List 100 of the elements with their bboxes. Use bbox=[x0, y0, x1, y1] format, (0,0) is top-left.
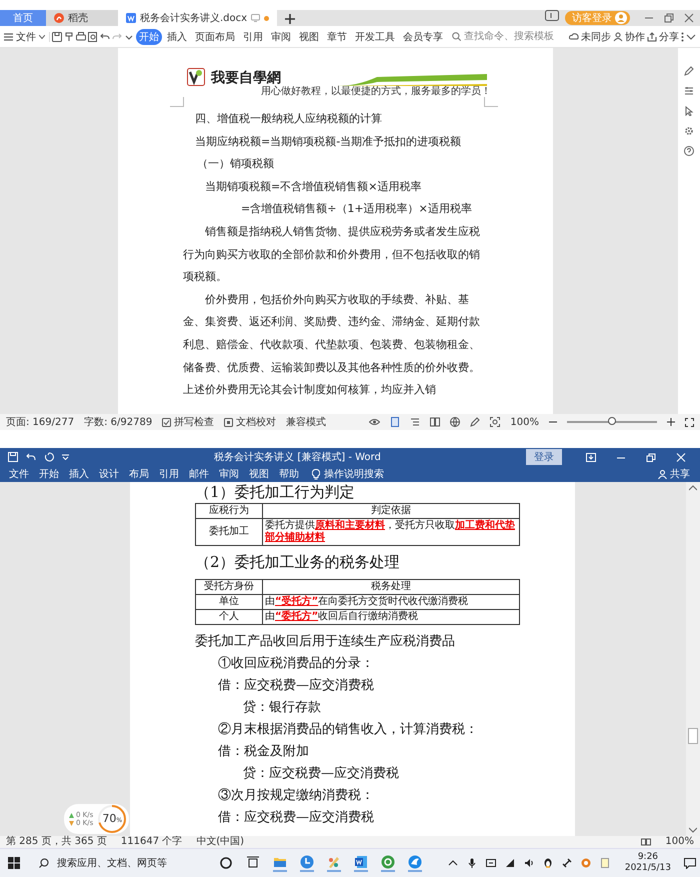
ribbon-tab[interactable]: 视图 bbox=[244, 467, 274, 481]
close-icon[interactable] bbox=[684, 13, 694, 23]
text-line: ①收回应税消费品的分录： bbox=[217, 655, 375, 673]
redo-icon[interactable] bbox=[44, 452, 54, 462]
ribbon-tab[interactable]: 设计 bbox=[94, 467, 124, 481]
notification-icon[interactable] bbox=[684, 858, 696, 868]
status-toggle[interactable]: 拼写检查 bbox=[162, 415, 214, 429]
globe-icon[interactable] bbox=[450, 417, 460, 427]
menu-icon bbox=[4, 32, 13, 40]
ribbon-tab[interactable]: 视图 bbox=[296, 28, 322, 44]
customize-icon[interactable] bbox=[62, 454, 69, 460]
ribbon-tab[interactable]: 开始 bbox=[136, 28, 162, 44]
page-count: 第 285 页，共 365 页 bbox=[6, 836, 107, 848]
ribbon-tab[interactable]: 审阅 bbox=[268, 28, 294, 44]
toolbar-button[interactable]: 协作 bbox=[613, 30, 645, 44]
ribbon-tab[interactable]: 引用 bbox=[154, 467, 184, 481]
ribbon-tab[interactable]: 布局 bbox=[124, 467, 154, 481]
heading-text: （1）委托加工行为判定 bbox=[195, 482, 356, 502]
search-field[interactable]: 查找命令、搜索模板 bbox=[464, 31, 558, 42]
toolbar-button[interactable]: 未同步 bbox=[569, 30, 611, 44]
help-icon[interactable] bbox=[684, 146, 694, 156]
penguin-icon[interactable] bbox=[542, 858, 553, 868]
header-tagline: 用心做好教程，以最便捷的方式，服务最多的学员！ bbox=[260, 86, 491, 97]
brush-icon[interactable] bbox=[64, 32, 74, 42]
palette-icon[interactable] bbox=[326, 854, 341, 872]
task-view-icon[interactable] bbox=[246, 856, 260, 870]
note-icon[interactable] bbox=[600, 858, 610, 868]
scrollbar[interactable] bbox=[686, 482, 700, 836]
ribbon-tab[interactable]: 开发工具 bbox=[352, 28, 398, 44]
undo-icon[interactable] bbox=[26, 452, 36, 462]
pointer-icon[interactable] bbox=[684, 106, 694, 116]
collapse-icon[interactable] bbox=[686, 32, 696, 42]
swirl-app-icon[interactable] bbox=[380, 854, 395, 872]
document-tab[interactable]: 税务会计实务讲义.docx bbox=[118, 10, 278, 26]
status-toggle[interactable]: 文档校对 bbox=[224, 415, 276, 429]
ribbon-tab[interactable]: 会员专享 bbox=[400, 28, 446, 44]
ribbon-tab[interactable]: 审阅 bbox=[214, 467, 244, 481]
ribbon-tab[interactable]: 插入 bbox=[164, 28, 190, 44]
clock-app-icon[interactable] bbox=[300, 854, 314, 872]
network-icon[interactable] bbox=[504, 858, 515, 868]
zoom-in-icon[interactable] bbox=[667, 418, 675, 426]
fullscreen-icon[interactable] bbox=[685, 418, 694, 426]
sliders-icon[interactable] bbox=[684, 86, 694, 96]
chevron-up-icon[interactable] bbox=[448, 858, 458, 868]
document-tab[interactable]: 稻壳 bbox=[46, 10, 118, 26]
page-view-icon[interactable] bbox=[390, 417, 400, 427]
window-title: 税务会计实务讲义 [兼容模式] - Word bbox=[213, 450, 382, 464]
pen-icon[interactable] bbox=[470, 417, 480, 427]
ribbon-tab[interactable]: 章节 bbox=[324, 28, 350, 44]
monitor-icon bbox=[251, 14, 260, 22]
column-header: 应税行为 bbox=[196, 504, 262, 518]
clock-time[interactable]: 9:26 bbox=[638, 852, 658, 863]
paper-plane-icon[interactable] bbox=[408, 854, 422, 872]
mode-button[interactable]: 兼容模式 bbox=[286, 415, 326, 429]
zoom-level[interactable]: 100% bbox=[510, 416, 539, 428]
ring-app-icon[interactable] bbox=[580, 858, 591, 868]
fit-page-icon[interactable] bbox=[490, 417, 500, 427]
ribbon-tab[interactable]: 邮件 bbox=[184, 467, 214, 481]
ribbon-tab[interactable]: 帮助 bbox=[274, 467, 304, 481]
ribbon-tab[interactable]: 文件 bbox=[4, 467, 34, 481]
gear-icon[interactable] bbox=[684, 126, 694, 136]
microphone-icon[interactable] bbox=[466, 858, 477, 868]
file-menu[interactable]: 文件 bbox=[4, 30, 45, 44]
text-line: 借：应交税费—应交消费税 bbox=[217, 677, 375, 695]
pencil-icon[interactable] bbox=[684, 66, 694, 76]
search-icon bbox=[452, 32, 461, 41]
restore-icon[interactable] bbox=[664, 13, 674, 23]
screen-icon[interactable] bbox=[486, 858, 496, 868]
circle-icon[interactable] bbox=[218, 856, 233, 870]
speaker-icon[interactable] bbox=[524, 858, 534, 868]
caret-icon bbox=[39, 34, 45, 38]
login-button[interactable]: 登录 bbox=[526, 449, 562, 465]
ribbon-tab[interactable]: 页面布局 bbox=[192, 28, 238, 44]
windows-logo-icon[interactable] bbox=[8, 857, 20, 869]
ribbon-display-icon[interactable] bbox=[586, 452, 596, 462]
ribbon-tab[interactable]: 插入 bbox=[64, 467, 94, 481]
preview-icon[interactable] bbox=[88, 32, 98, 42]
read-mode-icon[interactable] bbox=[641, 838, 652, 846]
print-icon[interactable] bbox=[76, 32, 86, 42]
word-app-icon[interactable] bbox=[354, 854, 368, 872]
save-icon[interactable] bbox=[52, 32, 62, 42]
toolbar-button[interactable]: 分享 bbox=[647, 30, 679, 44]
zoom-level[interactable]: 100% bbox=[665, 836, 694, 848]
book-icon[interactable] bbox=[430, 417, 440, 427]
share-button[interactable]: 共享 bbox=[658, 467, 690, 481]
clock-date[interactable]: 2021/5/13 bbox=[624, 863, 671, 874]
more-icon[interactable] bbox=[681, 32, 684, 42]
outline-view-icon[interactable] bbox=[410, 417, 420, 427]
add-tab-icon[interactable] bbox=[285, 14, 296, 24]
window-layout-icon[interactable] bbox=[545, 10, 559, 21]
tell-me-search[interactable]: 操作说明搜索 bbox=[312, 467, 384, 481]
ribbon-tab[interactable]: 开始 bbox=[34, 467, 64, 481]
zoom-slider[interactable] bbox=[608, 417, 616, 425]
word-file-icon bbox=[126, 13, 136, 23]
scroll-thumb[interactable] bbox=[688, 728, 698, 744]
undo-icon[interactable] bbox=[100, 32, 110, 42]
restore-icon[interactable] bbox=[646, 452, 656, 462]
table-cell: 单位 bbox=[196, 594, 262, 610]
ribbon-tab[interactable]: 引用 bbox=[240, 28, 266, 44]
eye-icon[interactable] bbox=[369, 418, 380, 426]
